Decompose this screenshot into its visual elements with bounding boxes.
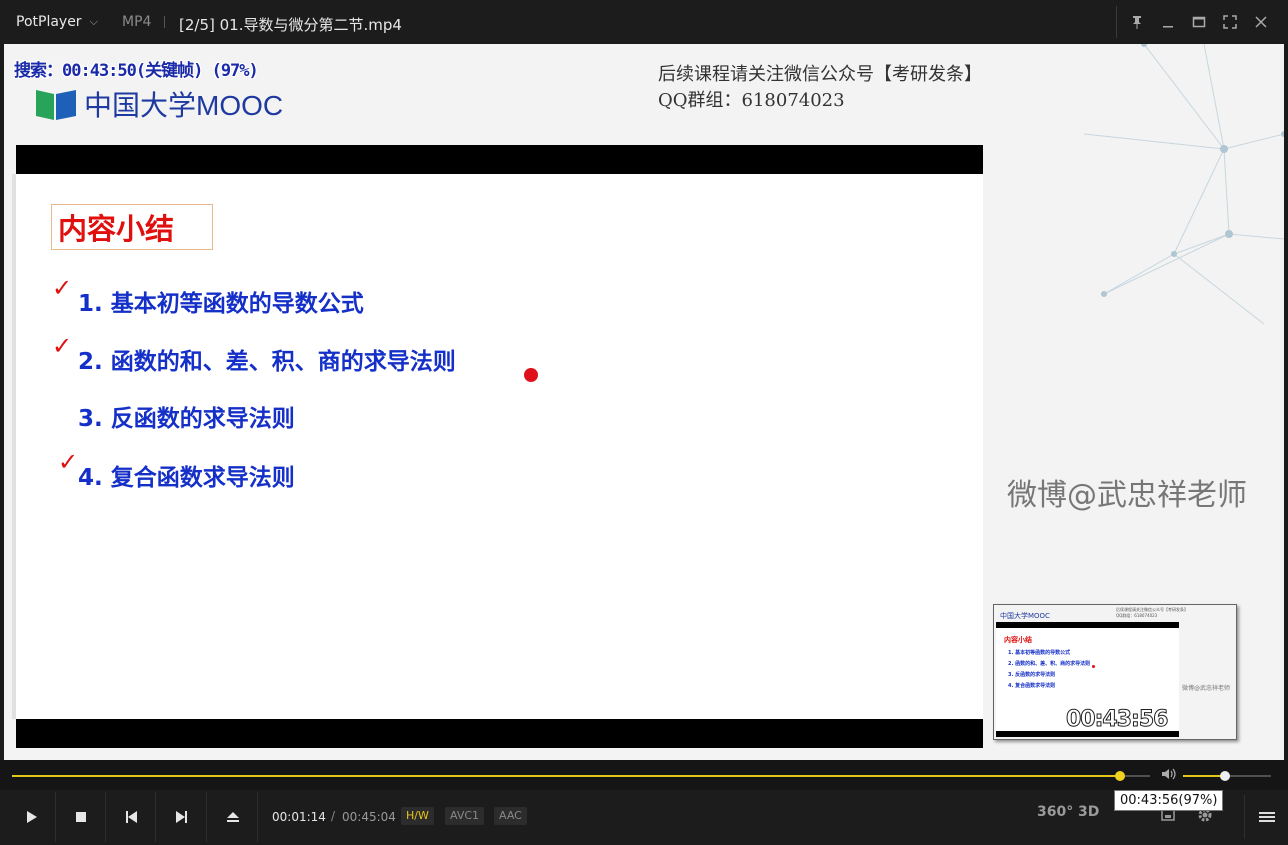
chevron-down-icon: ⌵ bbox=[89, 15, 98, 28]
notice-line: 后续课程请关注微信公众号【考研发条】 bbox=[658, 64, 982, 85]
window-title: [2/5] 01.导数与微分第二节.mp4 bbox=[179, 16, 402, 34]
app-name: PotPlayer bbox=[16, 14, 82, 30]
thumb-time: 00:43:56 bbox=[1065, 707, 1168, 733]
3d-button[interactable]: 3D bbox=[1078, 804, 1099, 820]
seek-progress-fill bbox=[12, 775, 1120, 777]
fullscreen-icon[interactable] bbox=[1214, 0, 1246, 44]
seek-bar-region bbox=[0, 760, 1288, 790]
close-icon[interactable] bbox=[1245, 0, 1277, 44]
title-bar: PotPlayer ⌵ MP4 [2/5] 01.导数与微分第二节.mp4 bbox=[0, 0, 1288, 44]
current-time: 00:01:14 bbox=[272, 810, 326, 824]
slide-item: 1. 基本初等函数的导数公式 bbox=[78, 291, 364, 317]
volume-fill bbox=[1183, 775, 1225, 777]
letterbox-bar bbox=[16, 145, 983, 174]
seek-handle[interactable] bbox=[1115, 771, 1125, 781]
play-button[interactable] bbox=[6, 792, 56, 842]
thumb-item: 2. 函数的和、差、积、商的求导法则 bbox=[1008, 661, 1091, 667]
thumb-pointer-dot bbox=[1092, 665, 1095, 668]
network-background-graphic bbox=[1084, 44, 1284, 325]
pin-icon[interactable] bbox=[1121, 0, 1153, 44]
pointer-dot bbox=[524, 368, 538, 382]
stop-icon bbox=[75, 812, 86, 822]
slide-item: 3. 反函数的求导法则 bbox=[78, 406, 295, 432]
maximize-icon[interactable] bbox=[1183, 0, 1215, 44]
mooc-book-icon bbox=[34, 86, 78, 122]
volume-icon[interactable] bbox=[1161, 767, 1177, 785]
app-menu-button[interactable]: PotPlayer ⌵ bbox=[0, 6, 112, 38]
skip-next-icon bbox=[175, 811, 187, 823]
slide-item: 4. 复合函数求导法则 bbox=[78, 465, 295, 491]
thumb-notice-line: QQ群组：618074023 bbox=[1116, 613, 1158, 618]
thumb-item: 4. 复合函数求导法则 bbox=[1008, 683, 1056, 689]
check-mark-icon: ✓ bbox=[52, 332, 73, 360]
stop-button[interactable] bbox=[56, 792, 106, 842]
divider bbox=[1116, 6, 1117, 38]
seek-osd-text: 搜索：00:43:50(关键帧) (97%) bbox=[14, 61, 259, 81]
letterbox-bar bbox=[16, 719, 983, 748]
thumb-item: 3. 反函数的求导法则 bbox=[1008, 672, 1056, 678]
thumb-watermark: 微博@武忠祥老师 bbox=[1182, 685, 1231, 692]
control-bar: 00:01:14 / 00:45:04 H/W AVC1 AAC 360° 3D bbox=[0, 790, 1288, 845]
main-menu-button[interactable] bbox=[1244, 795, 1288, 839]
seek-time-tooltip: 00:43:56(97%) bbox=[1114, 790, 1224, 811]
skip-previous-icon bbox=[125, 811, 137, 823]
vr-360-button[interactable]: 360° bbox=[1037, 804, 1073, 820]
total-time: 00:45:04 bbox=[342, 810, 396, 824]
next-button[interactable] bbox=[157, 792, 207, 842]
course-notice: 后续课程请关注微信公众号【考研发条】 QQ群组：618074023 bbox=[658, 62, 982, 114]
slide-item: 2. 函数的和、差、积、商的求导法则 bbox=[78, 349, 456, 375]
audio-codec-tag[interactable]: AAC bbox=[494, 807, 527, 825]
thumb-logo: 中国大学MOOC bbox=[1000, 612, 1050, 620]
previous-button[interactable] bbox=[106, 792, 156, 842]
time-separator: / bbox=[331, 809, 336, 823]
weibo-watermark: 微博@武忠祥老师 bbox=[1007, 478, 1247, 513]
open-file-button[interactable] bbox=[208, 792, 258, 842]
volume-handle[interactable] bbox=[1220, 771, 1230, 781]
thumb-notice: 后续课程请关注微信公众号【考研发条】 QQ群组：618074023 bbox=[1116, 607, 1188, 619]
hamburger-icon bbox=[1259, 810, 1275, 824]
divider bbox=[164, 16, 165, 28]
minimize-icon[interactable] bbox=[1152, 0, 1184, 44]
check-mark-icon: ✓ bbox=[52, 274, 73, 302]
play-icon bbox=[26, 811, 37, 823]
thumb-title: 内容小结 bbox=[1004, 636, 1032, 644]
hardware-decode-tag[interactable]: H/W bbox=[401, 807, 434, 825]
video-codec-tag[interactable]: AVC1 bbox=[445, 807, 485, 825]
mooc-logo: 中国大学MOOC bbox=[34, 84, 283, 124]
thumb-item: 1. 基本初等函数的导数公式 bbox=[1008, 650, 1071, 656]
file-format: MP4 bbox=[122, 14, 152, 30]
notice-line: QQ群组：618074023 bbox=[658, 90, 845, 111]
lecture-slide: 内容小结 ✓ 1. 基本初等函数的导数公式 ✓ 2. 函数的和、差、积、商的求导… bbox=[12, 174, 983, 719]
slide-title: 内容小结 bbox=[51, 204, 213, 250]
eject-icon bbox=[226, 812, 239, 822]
mooc-logo-text: 中国大学MOOC bbox=[84, 90, 284, 121]
check-mark-icon: ✓ bbox=[58, 448, 79, 476]
seek-preview-thumbnail: 中国大学MOOC 后续课程请关注微信公众号【考研发条】 QQ群组：6180740… bbox=[993, 604, 1237, 740]
